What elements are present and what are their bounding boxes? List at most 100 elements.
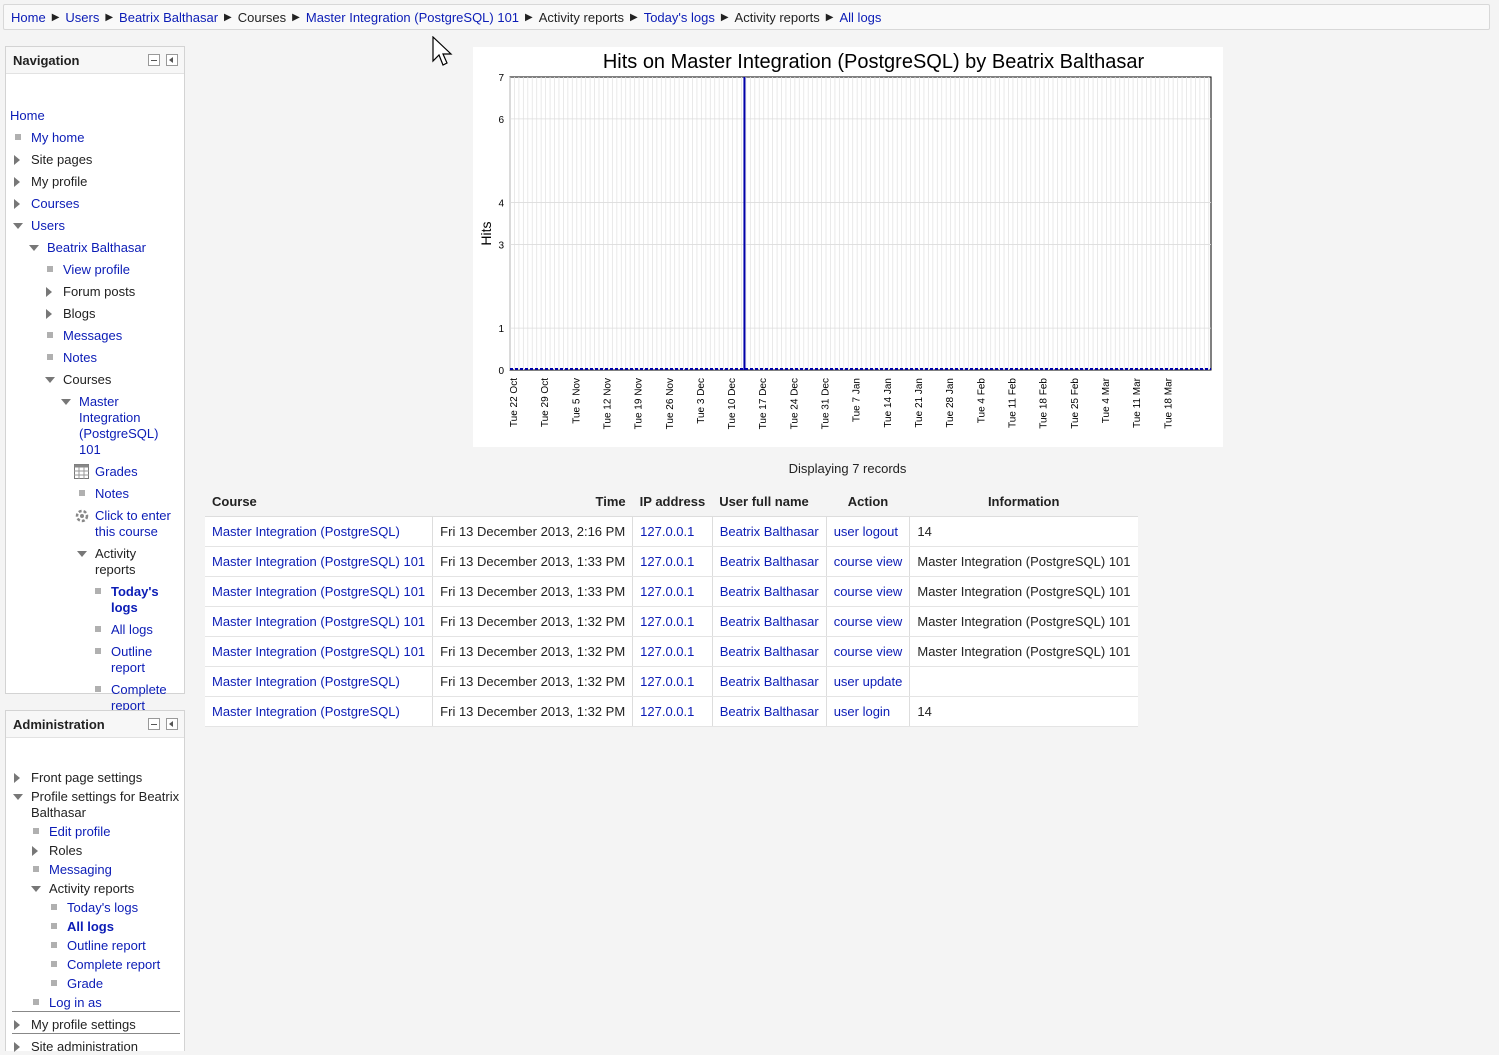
dock-icon[interactable] — [166, 54, 178, 66]
nav-item-notes[interactable]: Notes — [95, 486, 184, 502]
information-cell: Master Integration (PostgreSQL) 101 — [917, 584, 1131, 599]
nav-item-all-logs[interactable]: All logs — [111, 622, 184, 638]
ip-link[interactable]: 127.0.0.1 — [640, 584, 694, 599]
admin-item-grade[interactable]: Grade — [67, 976, 184, 992]
course-link[interactable]: Master Integration (PostgreSQL) 101 — [212, 554, 425, 569]
user-link[interactable]: Beatrix Balthasar — [720, 524, 819, 539]
action-link[interactable]: user login — [834, 704, 890, 719]
table-cell: Master Integration (PostgreSQL) 101 — [205, 576, 434, 607]
table-cell: course view — [826, 636, 911, 667]
nav-item-view-profile[interactable]: View profile — [63, 262, 184, 278]
hits-chart-svg: Hits on Master Integration (PostgreSQL) … — [478, 51, 1212, 429]
nav-item-my-home[interactable]: My home — [31, 130, 184, 146]
user-link[interactable]: Beatrix Balthasar — [720, 614, 819, 629]
nav-item-notes[interactable]: Notes — [63, 350, 184, 366]
action-link[interactable]: course view — [834, 554, 903, 569]
admin-item-edit-profile[interactable]: Edit profile — [49, 824, 184, 840]
user-link[interactable]: Beatrix Balthasar — [720, 644, 819, 659]
nav-item-outline-report[interactable]: Outline report — [111, 644, 184, 676]
admin-item-all-logs[interactable]: All logs — [67, 919, 184, 935]
nav-item-courses[interactable]: Courses — [31, 196, 184, 212]
admin-item-complete-report[interactable]: Complete report — [67, 957, 184, 973]
breadcrumb-home[interactable]: Home — [11, 10, 46, 25]
action-link[interactable]: course view — [834, 644, 903, 659]
action-link[interactable]: course view — [834, 614, 903, 629]
ip-link[interactable]: 127.0.0.1 — [640, 644, 694, 659]
nav-item-site-pages: Site pages — [31, 152, 93, 167]
course-link[interactable]: Master Integration (PostgreSQL) 101 — [212, 644, 425, 659]
action-link[interactable]: user logout — [834, 524, 898, 539]
nav-item-blogs: Blogs — [63, 306, 96, 321]
time-cell: Fri 13 December 2013, 1:33 PM — [440, 584, 626, 599]
nav-item-messages[interactable]: Messages — [63, 328, 184, 344]
breadcrumb-users[interactable]: Users — [65, 10, 99, 25]
table-cell: Fri 13 December 2013, 1:33 PM — [432, 576, 634, 607]
minimize-icon[interactable] — [148, 718, 160, 730]
ip-link[interactable]: 127.0.0.1 — [640, 614, 694, 629]
admin-item-roles: Roles — [49, 843, 83, 858]
collapse-arrow-icon — [61, 399, 71, 405]
information-cell: 14 — [917, 704, 932, 719]
course-link[interactable]: Master Integration (PostgreSQL) — [212, 704, 400, 719]
bullet-icon — [33, 999, 39, 1005]
breadcrumb-all-logs[interactable]: All logs — [840, 10, 882, 25]
table-cell: Fri 13 December 2013, 1:32 PM — [432, 636, 634, 667]
time-cell: Fri 13 December 2013, 2:16 PM — [440, 524, 626, 539]
x-tick-label: Tue 14 Jan — [883, 378, 894, 428]
x-tick-label: Tue 31 Dec — [821, 378, 832, 429]
action-link[interactable]: user update — [834, 674, 903, 689]
table-cell: Fri 13 December 2013, 1:32 PM — [432, 666, 634, 697]
table-cell: Fri 13 December 2013, 1:32 PM — [432, 606, 634, 637]
user-link[interactable]: Beatrix Balthasar — [720, 704, 819, 719]
admin-item-log-in-as[interactable]: Log in as — [49, 995, 184, 1011]
breadcrumb-master-integration-postgresql-101[interactable]: Master Integration (PostgreSQL) 101 — [306, 10, 519, 25]
admin-item-front-page-settings: Front page settings — [31, 770, 143, 785]
nav-item-activity-reports: Activity reports — [95, 546, 137, 577]
course-link[interactable]: Master Integration (PostgreSQL) — [212, 524, 400, 539]
column-header-course: Course — [205, 487, 433, 517]
y-tick-label: 3 — [498, 240, 504, 251]
course-link[interactable]: Master Integration (PostgreSQL) — [212, 674, 400, 689]
table-cell: Master Integration (PostgreSQL) 101 — [909, 636, 1138, 667]
course-link[interactable]: Master Integration (PostgreSQL) 101 — [212, 614, 425, 629]
nav-item-users[interactable]: Users — [31, 218, 184, 234]
dock-icon[interactable] — [166, 718, 178, 730]
ip-link[interactable]: 127.0.0.1 — [640, 524, 694, 539]
table-cell: Beatrix Balthasar — [712, 516, 827, 547]
mouse-cursor-icon — [432, 36, 453, 66]
table-cell: user update — [826, 666, 911, 697]
admin-item-today-s-logs[interactable]: Today's logs — [67, 900, 184, 916]
table-cell: Master Integration (PostgreSQL) 101 — [205, 546, 434, 577]
table-cell: Beatrix Balthasar — [712, 606, 827, 637]
course-link[interactable]: Master Integration (PostgreSQL) 101 — [212, 584, 425, 599]
table-cell: Master Integration (PostgreSQL) 101 — [909, 606, 1138, 637]
x-tick-label: Tue 24 Dec — [789, 378, 800, 429]
minimize-icon[interactable] — [148, 54, 160, 66]
user-link[interactable]: Beatrix Balthasar — [720, 584, 819, 599]
ip-link[interactable]: 127.0.0.1 — [640, 704, 694, 719]
breadcrumb-today-s-logs[interactable]: Today's logs — [644, 10, 715, 25]
x-tick-label: Tue 11 Feb — [1007, 378, 1018, 428]
y-tick-label: 1 — [498, 324, 504, 335]
x-tick-label: Tue 5 Nov — [571, 378, 582, 424]
action-link[interactable]: course view — [834, 584, 903, 599]
nav-item-today-s-logs[interactable]: Today's logs — [111, 584, 184, 616]
admin-item-outline-report[interactable]: Outline report — [67, 938, 184, 954]
nav-item-master-integration-postgresql-101[interactable]: Master Integration (PostgreSQL) 101 — [79, 394, 184, 458]
nav-item-beatrix-balthasar[interactable]: Beatrix Balthasar — [47, 240, 184, 256]
user-link[interactable]: Beatrix Balthasar — [720, 674, 819, 689]
x-tick-label: Tue 28 Jan — [945, 378, 956, 428]
nav-item-click-to-enter-this-course[interactable]: Click to enter this course — [95, 508, 184, 540]
x-tick-label: Tue 29 Oct — [540, 378, 551, 427]
ip-link[interactable]: 127.0.0.1 — [640, 554, 694, 569]
ip-link[interactable]: 127.0.0.1 — [640, 674, 694, 689]
expand-arrow-icon — [14, 773, 20, 783]
x-tick-label: Tue 18 Mar — [1163, 377, 1174, 428]
breadcrumb-beatrix-balthasar[interactable]: Beatrix Balthasar — [119, 10, 218, 25]
user-link[interactable]: Beatrix Balthasar — [720, 554, 819, 569]
admin-item-messaging[interactable]: Messaging — [49, 862, 184, 878]
breadcrumb-separator-icon: ▶ — [105, 11, 114, 23]
table-cell: 127.0.0.1 — [632, 516, 713, 547]
table-cell: course view — [826, 606, 911, 637]
nav-home-link[interactable]: Home — [10, 108, 45, 123]
